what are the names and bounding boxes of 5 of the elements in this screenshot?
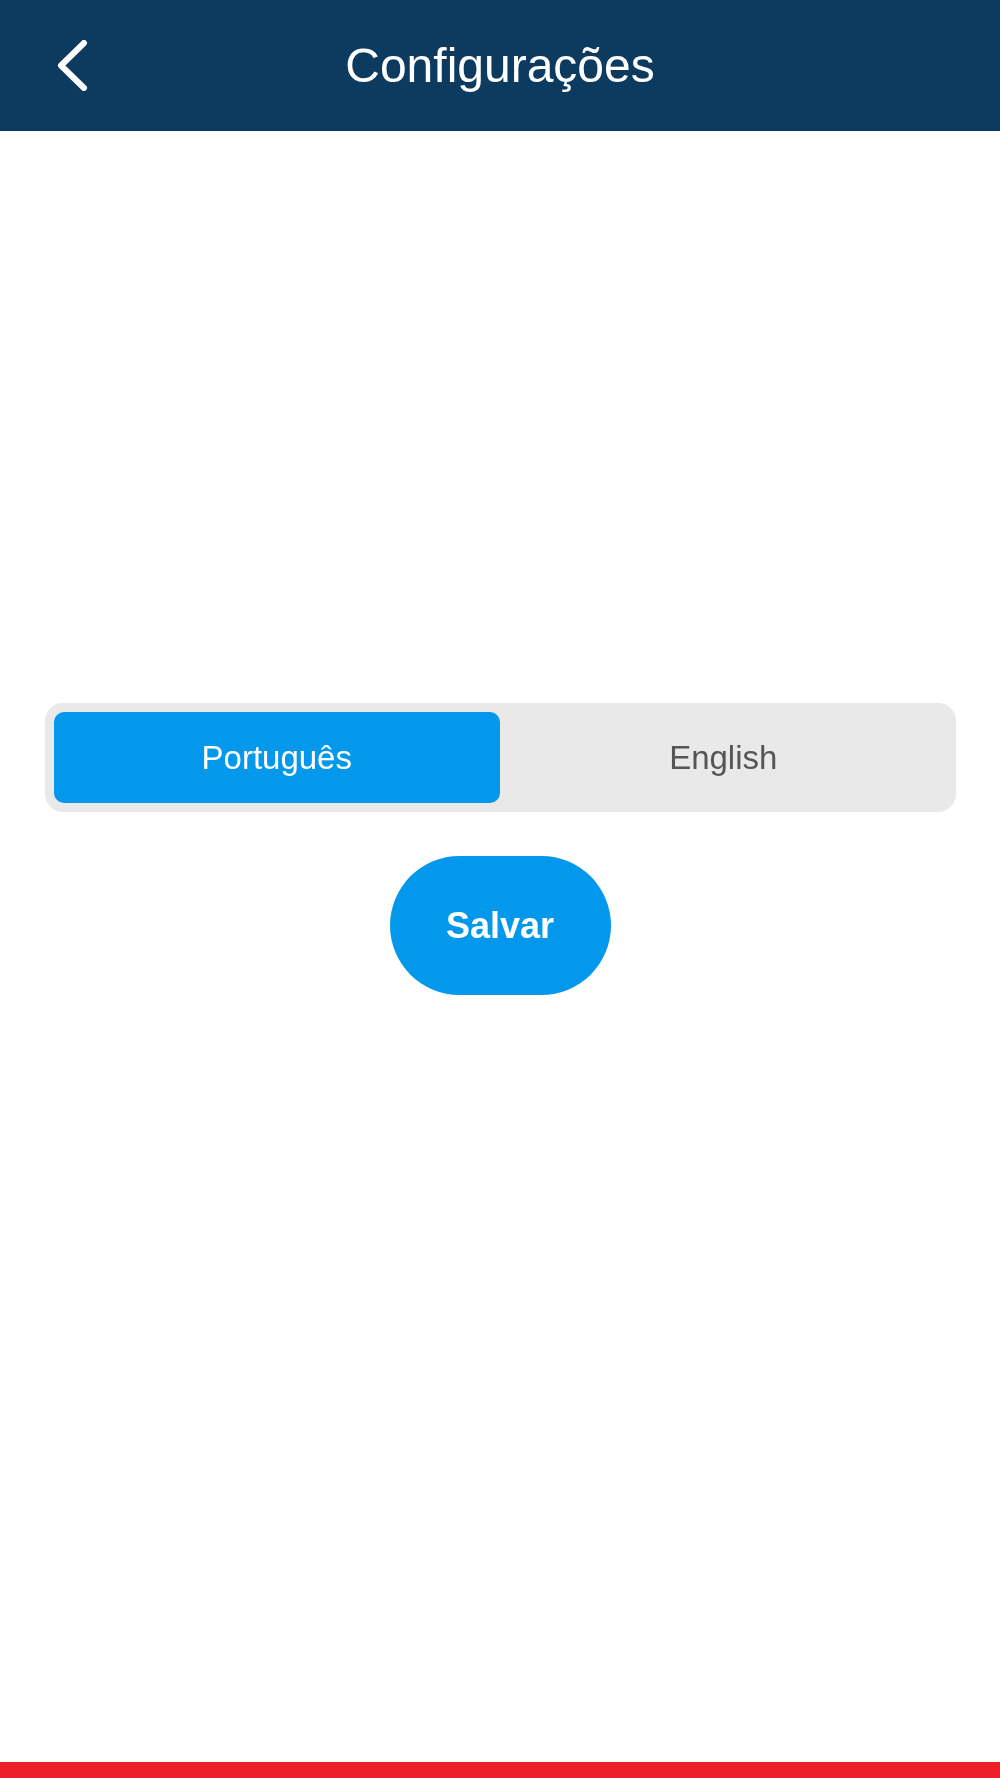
save-button[interactable]: Salvar xyxy=(389,856,611,995)
back-icon[interactable] xyxy=(57,40,88,91)
language-tab[interactable]: English xyxy=(500,712,947,803)
screen-title: Configurações xyxy=(345,37,655,94)
language-tab[interactable]: Português xyxy=(53,712,500,803)
